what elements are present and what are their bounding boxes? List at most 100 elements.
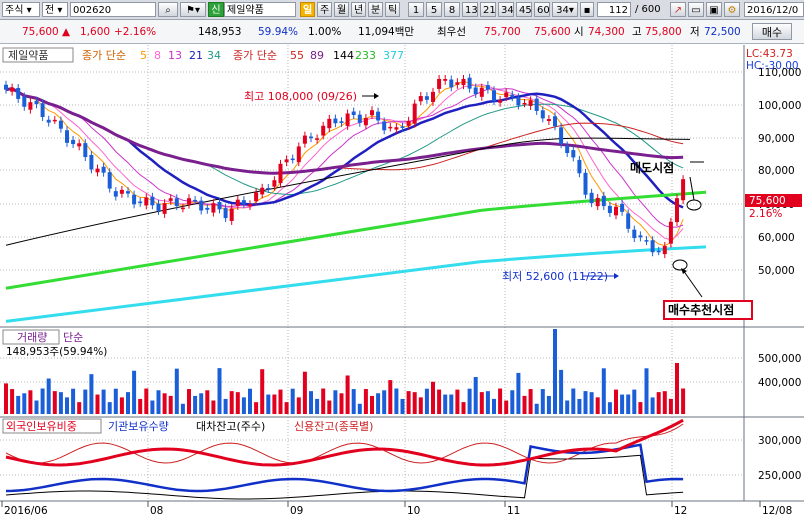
candle [248,204,252,206]
candle [632,229,637,239]
volume-bar [321,388,326,414]
interval-button-5[interactable]: 5 [426,2,442,17]
x-tick-label: 12/08 [762,505,792,517]
candle [58,120,63,129]
stock-code-value: 002620 [73,5,112,16]
chart-area[interactable]: 제일약품 종가 단순 5 8 13 21 34 종가 단순 55 89 144 … [0,45,804,520]
legend-ma13: 13 [168,49,182,62]
volume-bar [217,368,222,414]
volume-bar [449,394,454,414]
bid-price: 75,600 [534,26,571,38]
volume-bar [302,371,307,414]
interval-button-34[interactable]: 34 [498,2,514,17]
legend-ma55: 55 [290,49,304,62]
volume-bar [107,402,112,414]
open-price: 74,300 [588,26,625,38]
volume-bar [510,390,515,414]
stock-code-input[interactable]: 002620 [70,2,156,17]
volume-bar [187,389,191,414]
ask-price: 75,700 [484,26,521,38]
side-select[interactable]: 전 ▾ [42,2,68,17]
candle [516,97,521,106]
candle [437,78,442,89]
candle [315,138,320,140]
interval-button-45[interactable]: 45 [516,2,532,17]
price-tick-label: 80,000 [758,165,795,177]
interval-button-21[interactable]: 21 [480,2,496,17]
volume-bar [467,388,472,414]
legend-ma21: 21 [189,49,203,62]
interval-custom-select[interactable]: 34▾ [552,2,578,17]
interval-button-60[interactable]: 60 [534,2,550,17]
candle [296,146,301,163]
lock-icon[interactable]: ▪ [580,2,594,17]
flag-icon[interactable]: ⚑▾ [180,2,206,17]
save-icon[interactable]: ▣ [706,2,722,17]
last-price-flag: 75,600 [749,195,786,207]
legend-lending: 대차잔고(주수) [196,420,265,433]
candle [485,85,490,90]
market-select-label: 주식 [5,5,24,16]
period-tab-day[interactable]: 일 [300,2,315,17]
volume-bar [546,395,551,414]
volume-bar [46,378,51,414]
period-tab-tick[interactable]: 틱 [385,2,400,17]
candle [571,150,576,158]
volume-bar [388,380,393,414]
candle [22,96,27,107]
volume-bar [77,402,82,414]
candle [681,179,686,201]
candle [424,96,429,100]
price-tick-label: 50,000 [758,265,795,277]
side-select-label: 전 [45,5,55,16]
volume-bar [528,389,533,414]
volume-bar [565,400,570,414]
candle [412,103,417,124]
candle [455,82,460,85]
candle [607,205,612,213]
interval-button-13[interactable]: 13 [462,2,478,17]
count-input[interactable]: 112 [597,2,631,17]
candle [406,120,411,126]
volume-bar [89,374,94,414]
candle [113,191,118,197]
period-tab-month[interactable]: 월 [334,2,349,17]
volume-bar [266,394,271,414]
candle [534,98,539,111]
volume-bar [83,389,88,414]
market-select[interactable]: 주식 ▾ [2,2,40,17]
candle [559,127,564,145]
volume-bar [443,394,448,414]
volume-bar [357,403,362,414]
volume-bar [22,393,27,414]
chart-tool-icon[interactable]: ↗ [670,2,686,17]
x-tick-label: 2016/06 [4,505,48,517]
x-tick-label: 09 [290,505,303,517]
buy-button[interactable]: 매수 [752,23,792,40]
gear-icon[interactable]: ⚙ [724,2,740,17]
window-icon[interactable]: ▭ [688,2,704,17]
volume-bar [193,395,198,414]
volume-bar [144,388,149,414]
volume-bar [382,390,387,414]
candle [266,187,271,190]
candle [528,100,533,106]
volume-bar [260,369,265,414]
period-tab-minute[interactable]: 분 [368,2,383,17]
volume-bar [34,400,39,414]
legend-ma233: 233 [355,49,376,62]
volume-bar [248,388,252,414]
interval-button-1[interactable]: 1 [408,2,424,17]
volume-value: 148,953 [198,26,242,38]
period-tab-year[interactable]: 년 [351,2,366,17]
volume-bar [376,393,381,414]
volume-bar [626,394,631,414]
date-input[interactable]: 2016/12/0 [744,2,804,17]
volume-bar [241,397,246,414]
candle [126,191,130,194]
interval-button-8[interactable]: 8 [444,2,460,17]
period-tab-week[interactable]: 주 [317,2,332,17]
search-icon[interactable]: ⌕ [158,2,178,17]
holdings-tick-label: 300,000 [758,435,801,447]
volume-bar [180,403,185,414]
